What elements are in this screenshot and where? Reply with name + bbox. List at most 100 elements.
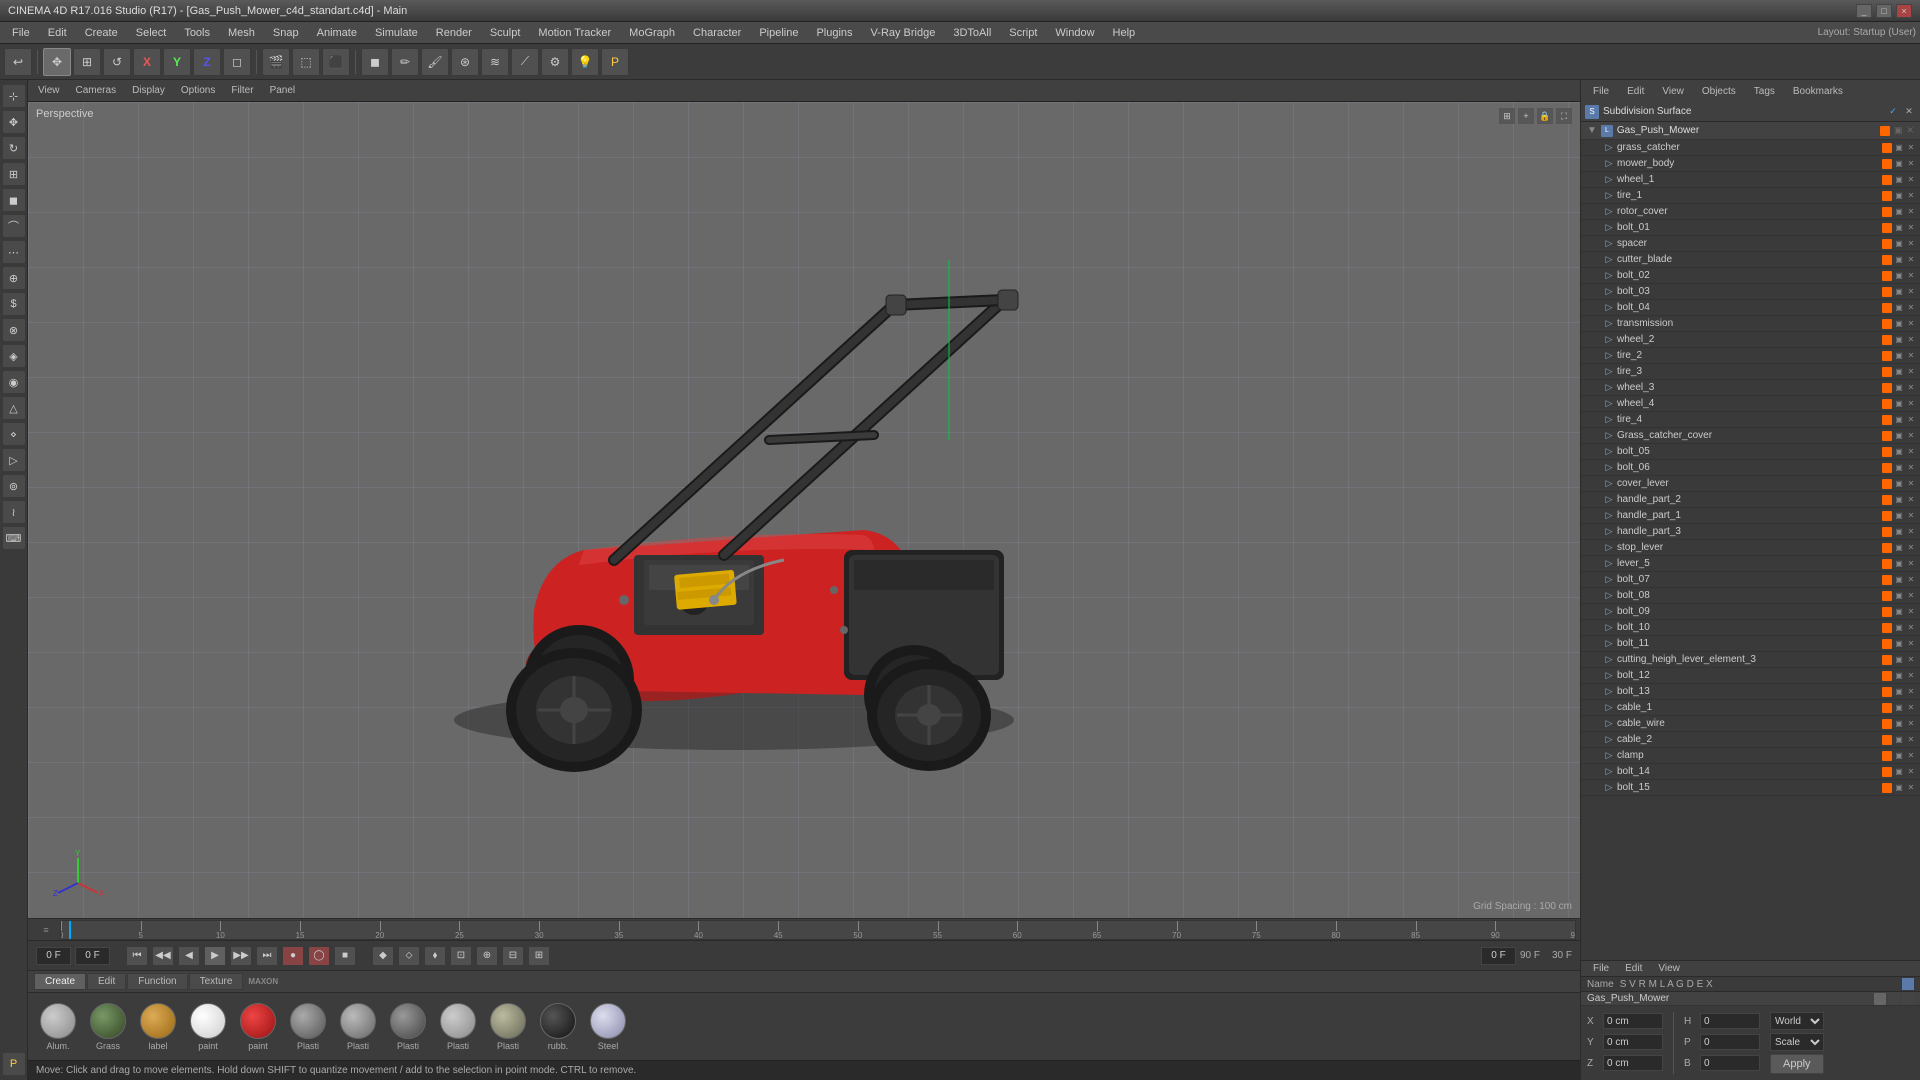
br-tab-edit[interactable]: Edit bbox=[1617, 961, 1650, 976]
object-item-cable_2[interactable]: ▷ cable_2 ▣ ✕ bbox=[1581, 732, 1920, 748]
sidebar-snap-btn[interactable]: ⊕ bbox=[2, 266, 26, 290]
obj-mat-tire_2[interactable]: ▣ bbox=[1894, 351, 1904, 361]
menu-file[interactable]: File bbox=[4, 25, 38, 41]
obj-x-cable_wire[interactable]: ✕ bbox=[1906, 719, 1916, 729]
y-axis-btn[interactable]: Y bbox=[163, 48, 191, 76]
obj-mat-tire_3[interactable]: ▣ bbox=[1894, 367, 1904, 377]
obj-mat-stop_lever[interactable]: ▣ bbox=[1894, 543, 1904, 553]
vp-full-btn[interactable]: ⛶ bbox=[1556, 108, 1572, 124]
obj-mat-bolt_02[interactable]: ▣ bbox=[1894, 271, 1904, 281]
name-ctrl-1[interactable] bbox=[1874, 993, 1886, 1005]
render-btn[interactable]: 🎬 bbox=[262, 48, 290, 76]
smooth-btn[interactable]: ≋ bbox=[481, 48, 509, 76]
undo-button[interactable]: ↩ bbox=[4, 48, 32, 76]
material-item-5[interactable]: Plasti bbox=[286, 1003, 330, 1051]
object-item-clamp[interactable]: ▷ clamp ▣ ✕ bbox=[1581, 748, 1920, 764]
object-item-bolt_14[interactable]: ▷ bolt_14 ▣ ✕ bbox=[1581, 764, 1920, 780]
obj-x-wheel_1[interactable]: ✕ bbox=[1906, 175, 1916, 185]
viewport-menu-filter[interactable]: Filter bbox=[227, 84, 257, 97]
python-btn[interactable]: P bbox=[601, 48, 629, 76]
obj-x-transmission[interactable]: ✕ bbox=[1906, 319, 1916, 329]
render-region-btn[interactable]: ⬚ bbox=[292, 48, 320, 76]
obj-x-bolt_12[interactable]: ✕ bbox=[1906, 671, 1916, 681]
scale-tool[interactable]: ⊞ bbox=[73, 48, 101, 76]
obj-mat-bolt_01[interactable]: ▣ bbox=[1894, 223, 1904, 233]
paint-btn[interactable]: 🖌 bbox=[421, 48, 449, 76]
obj-mat-tire_1[interactable]: ▣ bbox=[1894, 191, 1904, 201]
sidebar-scale-btn[interactable]: ⊞ bbox=[2, 162, 26, 186]
rp-tab-edit[interactable]: Edit bbox=[1619, 84, 1652, 99]
h-input[interactable] bbox=[1700, 1013, 1760, 1029]
root-expand-icon[interactable]: ▼ bbox=[1587, 125, 1597, 136]
light-btn[interactable]: 💡 bbox=[571, 48, 599, 76]
obj-mat-cutter_blade[interactable]: ▣ bbox=[1894, 255, 1904, 265]
play-fwd-btn[interactable]: ▶▶ bbox=[230, 946, 252, 966]
material-item-6[interactable]: Plasti bbox=[336, 1003, 380, 1051]
menu-create[interactable]: Create bbox=[77, 25, 126, 41]
object-item-Grass_catcher_cover[interactable]: ▷ Grass_catcher_cover ▣ ✕ bbox=[1581, 428, 1920, 444]
sidebar-select-btn[interactable]: ⊹ bbox=[2, 84, 26, 108]
menu-render[interactable]: Render bbox=[428, 25, 480, 41]
obj-x-bolt_04[interactable]: ✕ bbox=[1906, 303, 1916, 313]
obj-mat-tire_4[interactable]: ▣ bbox=[1894, 415, 1904, 425]
minimize-button[interactable]: _ bbox=[1856, 4, 1872, 18]
magnet-btn[interactable]: ⊛ bbox=[451, 48, 479, 76]
object-item-tire_3[interactable]: ▷ tire_3 ▣ ✕ bbox=[1581, 364, 1920, 380]
obj-x-Grass_catcher_cover[interactable]: ✕ bbox=[1906, 431, 1916, 441]
menu-vray[interactable]: V-Ray Bridge bbox=[863, 25, 944, 41]
menu-sculpt[interactable]: Sculpt bbox=[482, 25, 529, 41]
object-item-bolt_13[interactable]: ▷ bolt_13 ▣ ✕ bbox=[1581, 684, 1920, 700]
sidebar-hair-btn[interactable]: ≀ bbox=[2, 500, 26, 524]
knife-btn[interactable]: ⟋ bbox=[511, 48, 539, 76]
object-item-bolt_02[interactable]: ▷ bolt_02 ▣ ✕ bbox=[1581, 268, 1920, 284]
material-item-9[interactable]: Plasti bbox=[486, 1003, 530, 1051]
scale-system-select[interactable]: Scale Size bbox=[1770, 1033, 1824, 1051]
obj-mat-wheel_1[interactable]: ▣ bbox=[1894, 175, 1904, 185]
object-item-stop_lever[interactable]: ▷ stop_lever ▣ ✕ bbox=[1581, 540, 1920, 556]
play-back-btn[interactable]: ◀ bbox=[178, 946, 200, 966]
x-axis-btn[interactable]: X bbox=[133, 48, 161, 76]
sidebar-tag-btn[interactable]: ⊗ bbox=[2, 318, 26, 342]
object-item-bolt_06[interactable]: ▷ bolt_06 ▣ ✕ bbox=[1581, 460, 1920, 476]
material-item-10[interactable]: rubb. bbox=[536, 1003, 580, 1051]
obj-mat-lever_5[interactable]: ▣ bbox=[1894, 559, 1904, 569]
object-item-transmission[interactable]: ▷ transmission ▣ ✕ bbox=[1581, 316, 1920, 332]
obj-mat-transmission[interactable]: ▣ bbox=[1894, 319, 1904, 329]
obj-mat-cable_2[interactable]: ▣ bbox=[1894, 735, 1904, 745]
current-frame-field[interactable] bbox=[75, 947, 110, 965]
obj-mat-bolt_09[interactable]: ▣ bbox=[1894, 607, 1904, 617]
key-btn[interactable]: ◆ bbox=[372, 946, 394, 966]
obj-x-tire_4[interactable]: ✕ bbox=[1906, 415, 1916, 425]
material-item-8[interactable]: Plasti bbox=[436, 1003, 480, 1051]
object-item-grass_catcher[interactable]: ▷ grass_catcher ▣ ✕ bbox=[1581, 140, 1920, 156]
object-item-wheel_3[interactable]: ▷ wheel_3 ▣ ✕ bbox=[1581, 380, 1920, 396]
obj-mat-cable_wire[interactable]: ▣ bbox=[1894, 719, 1904, 729]
object-item-cable_1[interactable]: ▷ cable_1 ▣ ✕ bbox=[1581, 700, 1920, 716]
obj-mat-bolt_08[interactable]: ▣ bbox=[1894, 591, 1904, 601]
obj-mat-bolt_07[interactable]: ▣ bbox=[1894, 575, 1904, 585]
go-start-btn[interactable]: ⏮ bbox=[126, 946, 148, 966]
br-tab-view[interactable]: View bbox=[1650, 961, 1688, 976]
vp-expand-btn[interactable]: ⊞ bbox=[1499, 108, 1515, 124]
material-item-11[interactable]: Steel bbox=[586, 1003, 630, 1051]
obj-x-bolt_09[interactable]: ✕ bbox=[1906, 607, 1916, 617]
p-input[interactable] bbox=[1700, 1034, 1760, 1050]
object-item-bolt_10[interactable]: ▷ bolt_10 ▣ ✕ bbox=[1581, 620, 1920, 636]
obj-mat-cutting_heigh_lever_element_3[interactable]: ▣ bbox=[1894, 655, 1904, 665]
object-item-spacer[interactable]: ▷ spacer ▣ ✕ bbox=[1581, 236, 1920, 252]
record-btn[interactable]: ● bbox=[282, 946, 304, 966]
maximize-button[interactable]: □ bbox=[1876, 4, 1892, 18]
z-input[interactable] bbox=[1603, 1055, 1663, 1071]
sidebar-phys-btn[interactable]: ⊚ bbox=[2, 474, 26, 498]
b-input[interactable] bbox=[1700, 1055, 1760, 1071]
menu-character[interactable]: Character bbox=[685, 25, 749, 41]
key-param-btn[interactable]: ⊕ bbox=[476, 946, 498, 966]
key-all-btn[interactable]: ⊡ bbox=[450, 946, 472, 966]
vp-lock-btn[interactable]: 🔒 bbox=[1537, 108, 1553, 124]
obj-mat-bolt_03[interactable]: ▣ bbox=[1894, 287, 1904, 297]
obj-x-grass_catcher[interactable]: ✕ bbox=[1906, 143, 1916, 153]
sidebar-cam-btn[interactable]: ◉ bbox=[2, 370, 26, 394]
sidebar-move-btn[interactable]: ✥ bbox=[2, 110, 26, 134]
object-item-cover_lever[interactable]: ▷ cover_lever ▣ ✕ bbox=[1581, 476, 1920, 492]
object-item-lever_5[interactable]: ▷ lever_5 ▣ ✕ bbox=[1581, 556, 1920, 572]
